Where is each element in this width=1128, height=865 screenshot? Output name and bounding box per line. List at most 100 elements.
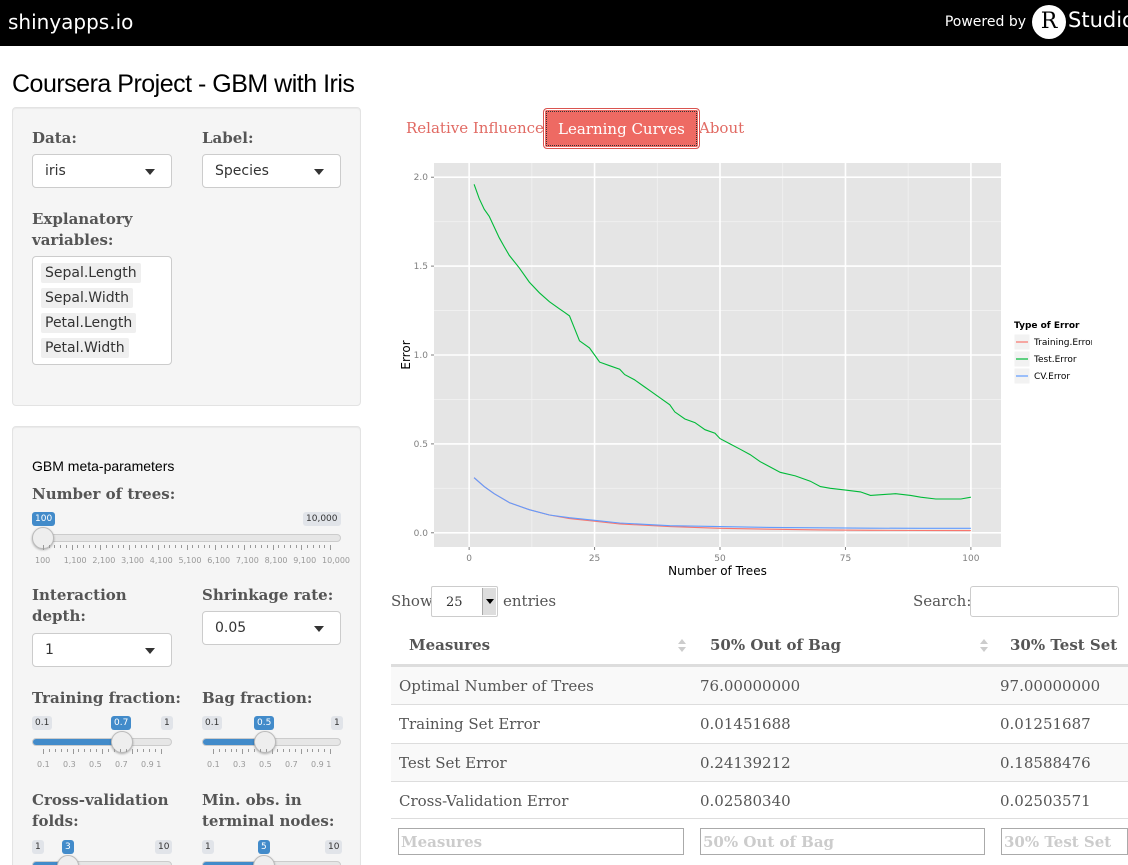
cell-oob: 76.00000000	[700, 677, 801, 695]
slider-tick	[100, 545, 102, 550]
slider-tick	[71, 545, 73, 550]
slider-tick	[312, 545, 314, 548]
num-trees-track[interactable]	[32, 534, 341, 542]
filter-oob-input[interactable]: 50% Out of Bag	[700, 828, 985, 855]
page-title: Coursera Project - GBM with Iris	[12, 70, 355, 98]
slider-tick	[218, 749, 220, 752]
tab-about[interactable]: About	[699, 108, 744, 149]
training-fraction-max: 1	[161, 716, 173, 730]
cell-test: 0.18588476	[1000, 754, 1091, 772]
explanatory-chip[interactable]: Sepal.Length	[41, 263, 141, 283]
cv-folds-track[interactable]	[32, 861, 172, 865]
label-select[interactable]: Species	[202, 154, 341, 188]
show-label: Show	[391, 592, 433, 610]
slider-tick	[78, 749, 80, 752]
sort-icon[interactable]	[678, 639, 686, 653]
slider-tick	[253, 749, 255, 752]
explanatory-chip[interactable]: Petal.Width	[41, 338, 129, 358]
y-tick-label: 2.0	[414, 173, 429, 183]
shrinkage-select[interactable]: 0.05	[202, 611, 341, 645]
filter-measures-input[interactable]: Measures	[398, 828, 684, 855]
slider-tick	[48, 545, 50, 548]
slider-tick	[102, 749, 103, 754]
entries-length-select[interactable]: 25	[431, 586, 498, 617]
slider-tick	[224, 749, 226, 752]
slider-tick	[294, 749, 296, 752]
slider-tick	[306, 749, 308, 752]
training-fraction-ticks	[43, 749, 162, 755]
brand-logo[interactable]: shinyapps.io	[8, 10, 133, 34]
x-tick-label: 0	[466, 554, 472, 564]
slider-tick	[300, 749, 302, 754]
num-trees-value: 100	[32, 512, 56, 526]
min-obs-label: Min. obs. in terminal nodes:	[202, 791, 335, 830]
slider-tick	[289, 749, 291, 752]
shrinkage-label: Shrinkage rate:	[202, 586, 334, 604]
slider-grid-label: 0.5	[89, 760, 102, 769]
slider-tick	[134, 545, 136, 548]
slider-tick	[83, 545, 85, 548]
slider-tick	[203, 545, 205, 548]
data-select[interactable]: iris	[32, 154, 172, 188]
label-label: Label:	[202, 129, 254, 147]
cell-measure: Cross-Validation Error	[399, 792, 569, 810]
slider-tick	[243, 545, 245, 550]
legend-label: CV.Error	[1034, 372, 1070, 382]
x-axis-title: Number of Trees	[668, 564, 767, 578]
slider-tick	[65, 545, 67, 548]
training-fraction-min: 0.1	[32, 716, 53, 730]
slider-tick	[213, 749, 214, 754]
slider-tick	[117, 545, 119, 548]
slider-tick	[113, 749, 115, 752]
slider-grid-label: 0.1	[37, 760, 50, 769]
training-fraction-value: 0.7	[111, 716, 132, 730]
training-fraction-track[interactable]	[32, 738, 172, 746]
slider-tick	[54, 749, 56, 752]
slider-tick	[236, 749, 238, 752]
cell-test: 97.00000000	[1000, 677, 1101, 695]
header-measures[interactable]: Measures	[409, 636, 490, 654]
cell-oob: 0.01451688	[700, 715, 791, 733]
explanatory-multiselect[interactable]: Sepal.Length Sepal.Width Petal.Length Pe…	[32, 256, 172, 365]
slider-tick	[77, 545, 79, 548]
slider-tick	[232, 545, 234, 548]
chevron-down-icon	[314, 626, 324, 632]
cell-oob: 0.02580340	[700, 792, 791, 810]
slider-tick	[277, 749, 279, 752]
min-obs-value: 5	[258, 840, 270, 854]
chevron-down-icon	[314, 169, 324, 175]
search-input[interactable]	[970, 586, 1119, 617]
slider-tick	[152, 545, 154, 548]
slider-tick	[111, 545, 113, 548]
header-test-set[interactable]: 30% Test Set	[1010, 636, 1117, 654]
slider-tick	[60, 749, 62, 752]
tab-learning-curves[interactable]: Learning Curves	[543, 108, 700, 149]
rstudio-wordmark[interactable]: Studio	[1068, 8, 1128, 32]
slider-tick	[146, 545, 148, 548]
interaction-depth-select[interactable]: 1	[32, 633, 172, 667]
cell-test: 0.02503571	[1000, 792, 1091, 810]
num-trees-ticks	[43, 545, 331, 551]
rstudio-r-icon[interactable]: R	[1032, 5, 1066, 39]
slider-grid-label: 0.7	[115, 760, 128, 769]
slider-tick	[106, 545, 108, 548]
slider-tick	[192, 545, 194, 548]
slider-tick	[96, 749, 98, 752]
y-axis-title: Error	[399, 340, 413, 369]
slider-tick	[119, 749, 121, 752]
x-tick-label: 25	[589, 554, 600, 564]
explanatory-chip[interactable]: Sepal.Width	[41, 288, 133, 308]
slider-tick	[284, 545, 286, 548]
filter-test-set-input[interactable]: 30% Test Set	[1001, 828, 1128, 855]
explanatory-label: Explanatory variables:	[32, 210, 133, 249]
slider-tick	[330, 545, 331, 550]
sort-icon[interactable]	[980, 639, 988, 653]
slider-grid-label: 5,100	[178, 556, 202, 565]
slider-tick	[272, 545, 274, 550]
header-oob[interactable]: 50% Out of Bag	[710, 636, 841, 654]
slider-tick	[125, 749, 127, 752]
slider-tick	[149, 749, 151, 752]
tab-relative-influence[interactable]: Relative Influence	[406, 108, 544, 149]
slider-grid-label: 0.1	[207, 760, 220, 769]
explanatory-chip[interactable]: Petal.Length	[41, 313, 137, 333]
